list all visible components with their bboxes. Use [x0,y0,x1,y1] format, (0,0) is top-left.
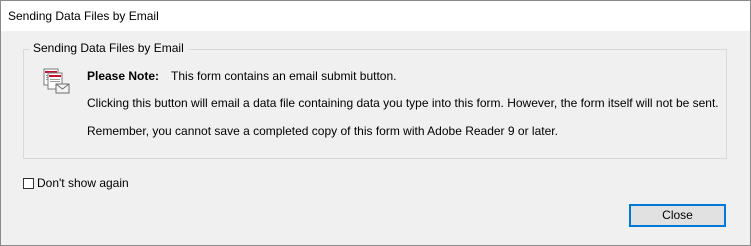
dialog-window: Sending Data Files by Email Sending Data… [0,0,751,246]
checkbox-box[interactable] [23,177,34,189]
message-line-2: Clicking this button will email a data f… [87,96,719,110]
note-line: Please Note: This form contains an email … [87,69,396,83]
dont-show-again-checkbox[interactable]: Don't show again [23,176,129,190]
message-line-3: Remember, you cannot save a completed co… [87,124,558,138]
group-box-label: Sending Data Files by Email [29,41,188,55]
title-bar[interactable]: Sending Data Files by Email [1,1,750,31]
close-button[interactable]: Close [629,204,726,227]
note-text: This form contains an email submit butto… [171,69,397,83]
note-label: Please Note: [87,69,160,83]
checkbox-label[interactable]: Don't show again [37,176,129,190]
pdf-email-icon [43,68,71,96]
window-title: Sending Data Files by Email [8,9,159,23]
